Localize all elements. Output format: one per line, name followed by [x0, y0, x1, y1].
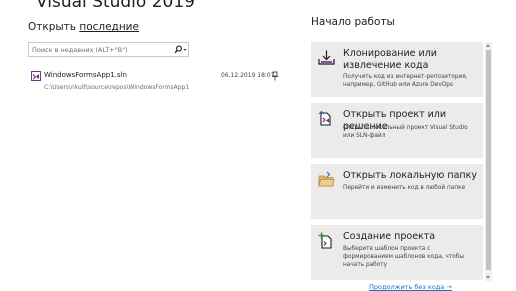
open-project-icon — [318, 110, 331, 126]
new-project-card-description: Выберите шаблон проекта с формированием … — [343, 246, 464, 268]
open-folder-card-title: Открыть локальную папку — [343, 170, 478, 181]
clone-card-description: Получить код из интернет-репозитория, на… — [343, 74, 468, 88]
open-project-card-description: Открыть локальный проект Visual Studio и… — [343, 125, 468, 139]
recent-heading-underlined: последние — [79, 21, 139, 33]
pin-icon[interactable] — [271, 71, 279, 81]
new-project-icon — [318, 232, 332, 249]
scroll-down-arrow-icon[interactable] — [486, 276, 490, 279]
continue-without-code-link[interactable]: Продолжить без кода → — [369, 283, 452, 291]
new-project-card[interactable]: Создание проекта Выберите шаблон проекта… — [311, 225, 483, 280]
search-icon — [174, 45, 186, 54]
recent-item-path: C:\Users\nkult\source\repos\WindowsForms… — [44, 84, 190, 91]
open-folder-card-description: Перейти и изменить код в любой папке — [343, 185, 466, 191]
search-dropdown-button[interactable] — [172, 43, 188, 56]
scrollbar-thumb[interactable] — [486, 50, 491, 270]
clone-card-title: Клонирование или извлечение кода — [343, 48, 437, 71]
open-folder-card[interactable]: Открыть локальную папку Перейти и измени… — [311, 164, 483, 219]
new-project-card-title: Создание проекта — [343, 231, 436, 242]
cards-scrollbar[interactable] — [485, 42, 492, 281]
clone-download-icon — [318, 50, 335, 65]
start-heading: Начало работы — [311, 16, 395, 28]
recent-item-name: WindowsFormsApp1.sln — [44, 71, 127, 79]
recent-heading: Открыть последние — [28, 21, 139, 33]
scroll-up-arrow-icon[interactable] — [486, 44, 490, 47]
open-project-card[interactable]: Открыть проект или решение Открыть локал… — [311, 103, 483, 158]
recent-search-input[interactable] — [29, 43, 172, 56]
clone-repository-card[interactable]: Клонирование или извлечение кода Получит… — [311, 42, 483, 97]
recent-item[interactable]: WindowsFormsApp1.sln C:\Users\nkult\sour… — [28, 69, 284, 97]
recent-item-date: 06.12.2019 18:07 — [221, 72, 275, 79]
open-folder-icon — [318, 171, 335, 187]
app-title: Visual Studio 2019 — [36, 0, 195, 12]
sln-file-icon — [31, 71, 41, 81]
recent-heading-prefix: Открыть — [28, 21, 80, 33]
recent-search-box[interactable] — [28, 42, 189, 57]
